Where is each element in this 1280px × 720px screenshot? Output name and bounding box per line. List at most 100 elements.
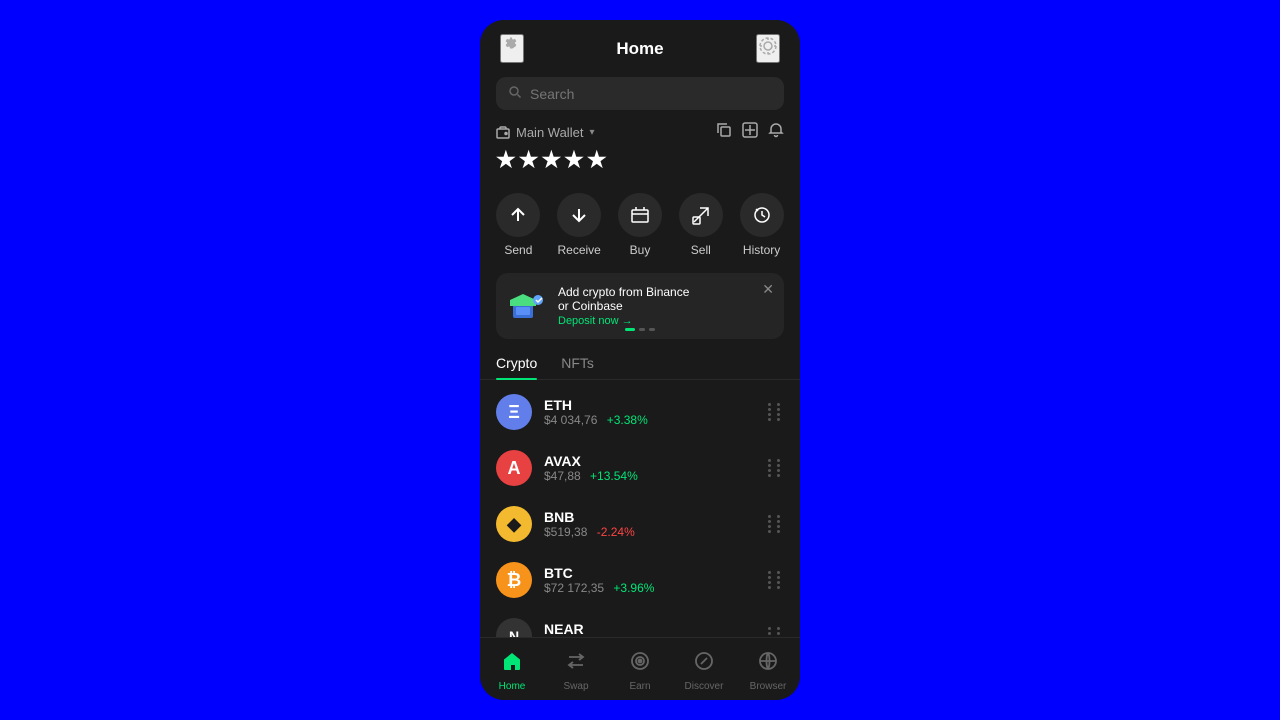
receive-label: Receive bbox=[558, 243, 601, 257]
send-action[interactable]: Send bbox=[496, 193, 540, 257]
avax-avatar: A bbox=[496, 450, 532, 486]
token-item-bnb[interactable]: ◆ BNB $519,38 -2.24% bbox=[480, 496, 800, 552]
near-avatar: N bbox=[496, 618, 532, 637]
dot-1 bbox=[625, 328, 635, 331]
phone-container: Home Main W bbox=[480, 20, 800, 700]
history-label: History bbox=[743, 243, 780, 257]
swap-label: Swap bbox=[563, 681, 588, 692]
wallet-actions bbox=[716, 122, 784, 143]
bnb-dots2 bbox=[768, 525, 784, 533]
home-label: Home bbox=[499, 681, 526, 692]
tab-crypto[interactable]: Crypto bbox=[496, 347, 537, 379]
banner-dots bbox=[625, 328, 655, 331]
quick-actions: Send Receive Buy bbox=[480, 181, 800, 269]
receive-action[interactable]: Receive bbox=[557, 193, 601, 257]
avax-info: AVAX $47,88 +13.54% bbox=[544, 453, 756, 483]
sell-action[interactable]: Sell bbox=[679, 193, 723, 257]
page-title: Home bbox=[616, 39, 663, 59]
copy-address-button[interactable] bbox=[716, 122, 732, 143]
settings-button[interactable] bbox=[500, 34, 524, 63]
receive-icon bbox=[557, 193, 601, 237]
token-list: Ξ ETH $4 034,76 +3.38% A bbox=[480, 380, 800, 637]
notifications-button[interactable] bbox=[768, 122, 784, 143]
eth-dots2 bbox=[768, 413, 784, 421]
avax-amount bbox=[768, 459, 784, 477]
tab-nfts[interactable]: NFTs bbox=[561, 347, 594, 379]
sell-icon bbox=[679, 193, 723, 237]
near-amount bbox=[768, 627, 784, 637]
eth-avatar: Ξ bbox=[496, 394, 532, 430]
send-label: Send bbox=[504, 243, 532, 257]
history-action[interactable]: History bbox=[740, 193, 784, 257]
btc-name: BTC bbox=[544, 565, 756, 581]
header: Home bbox=[480, 20, 800, 77]
buy-icon bbox=[618, 193, 662, 237]
home-icon bbox=[501, 650, 523, 678]
banner-close-button[interactable]: ✕ bbox=[762, 281, 774, 298]
eth-info: ETH $4 034,76 +3.38% bbox=[544, 397, 756, 427]
wallet-balance: ★★★★★ bbox=[496, 147, 784, 173]
btc-dots2 bbox=[768, 581, 784, 589]
btc-avatar: ₿ bbox=[496, 562, 532, 598]
nav-earn[interactable]: Earn bbox=[608, 646, 672, 696]
avax-dots bbox=[768, 459, 784, 467]
banner-text: Add crypto from Binance or Coinbase Depo… bbox=[558, 285, 772, 327]
btc-info: BTC $72 172,35 +3.96% bbox=[544, 565, 756, 595]
send-icon bbox=[496, 193, 540, 237]
bnb-avatar: ◆ bbox=[496, 506, 532, 542]
near-dots bbox=[768, 627, 784, 635]
discover-icon bbox=[693, 650, 715, 678]
wallet-section: Main Wallet ▾ bbox=[480, 122, 800, 181]
scan-button[interactable] bbox=[756, 34, 780, 63]
eth-dots bbox=[768, 403, 784, 411]
bnb-amount bbox=[768, 515, 784, 533]
nav-home[interactable]: Home bbox=[480, 646, 544, 696]
search-input[interactable] bbox=[530, 86, 772, 102]
bnb-name: BNB bbox=[544, 509, 756, 525]
tabs: Crypto NFTs bbox=[480, 347, 800, 380]
bnb-dots bbox=[768, 515, 784, 523]
banner-title: Add crypto from Binance or Coinbase bbox=[558, 285, 772, 313]
btc-price: $72 172,35 +3.96% bbox=[544, 581, 756, 595]
token-item-btc[interactable]: ₿ BTC $72 172,35 +3.96% bbox=[480, 552, 800, 608]
earn-label: Earn bbox=[629, 681, 650, 692]
buy-action[interactable]: Buy bbox=[618, 193, 662, 257]
bottom-nav: Home Swap Earn bbox=[480, 637, 800, 700]
eth-price: $4 034,76 +3.38% bbox=[544, 413, 756, 427]
banner: Add crypto from Binance or Coinbase Depo… bbox=[496, 273, 784, 339]
btc-amount bbox=[768, 571, 784, 589]
dot-3 bbox=[649, 328, 655, 331]
near-name: NEAR bbox=[544, 621, 756, 637]
avax-name: AVAX bbox=[544, 453, 756, 469]
history-icon bbox=[740, 193, 784, 237]
near-info: NEAR $6,76 +14.28% bbox=[544, 621, 756, 637]
search-icon bbox=[508, 85, 522, 102]
token-item-eth[interactable]: Ξ ETH $4 034,76 +3.38% bbox=[480, 384, 800, 440]
sell-label: Sell bbox=[691, 243, 711, 257]
token-item-avax[interactable]: A AVAX $47,88 +13.54% bbox=[480, 440, 800, 496]
eth-amount bbox=[768, 403, 784, 421]
banner-image bbox=[508, 286, 548, 326]
expand-button[interactable] bbox=[742, 122, 758, 143]
search-bar bbox=[496, 77, 784, 110]
bnb-price: $519,38 -2.24% bbox=[544, 525, 756, 539]
browser-icon bbox=[757, 650, 779, 678]
swap-icon bbox=[565, 650, 587, 678]
nav-browser[interactable]: Browser bbox=[736, 646, 800, 696]
dot-2 bbox=[639, 328, 645, 331]
avax-price: $47,88 +13.54% bbox=[544, 469, 756, 483]
buy-label: Buy bbox=[630, 243, 651, 257]
wallet-name[interactable]: Main Wallet ▾ bbox=[496, 125, 594, 140]
avax-dots2 bbox=[768, 469, 784, 477]
nav-swap[interactable]: Swap bbox=[544, 646, 608, 696]
token-item-near[interactable]: N NEAR $6,76 +14.28% bbox=[480, 608, 800, 637]
btc-dots bbox=[768, 571, 784, 579]
earn-icon bbox=[629, 650, 651, 678]
wallet-header: Main Wallet ▾ bbox=[496, 122, 784, 143]
bnb-info: BNB $519,38 -2.24% bbox=[544, 509, 756, 539]
nav-discover[interactable]: Discover bbox=[672, 646, 736, 696]
discover-label: Discover bbox=[685, 681, 724, 692]
browser-label: Browser bbox=[750, 681, 787, 692]
banner-link[interactable]: Deposit now → bbox=[558, 315, 772, 327]
eth-name: ETH bbox=[544, 397, 756, 413]
